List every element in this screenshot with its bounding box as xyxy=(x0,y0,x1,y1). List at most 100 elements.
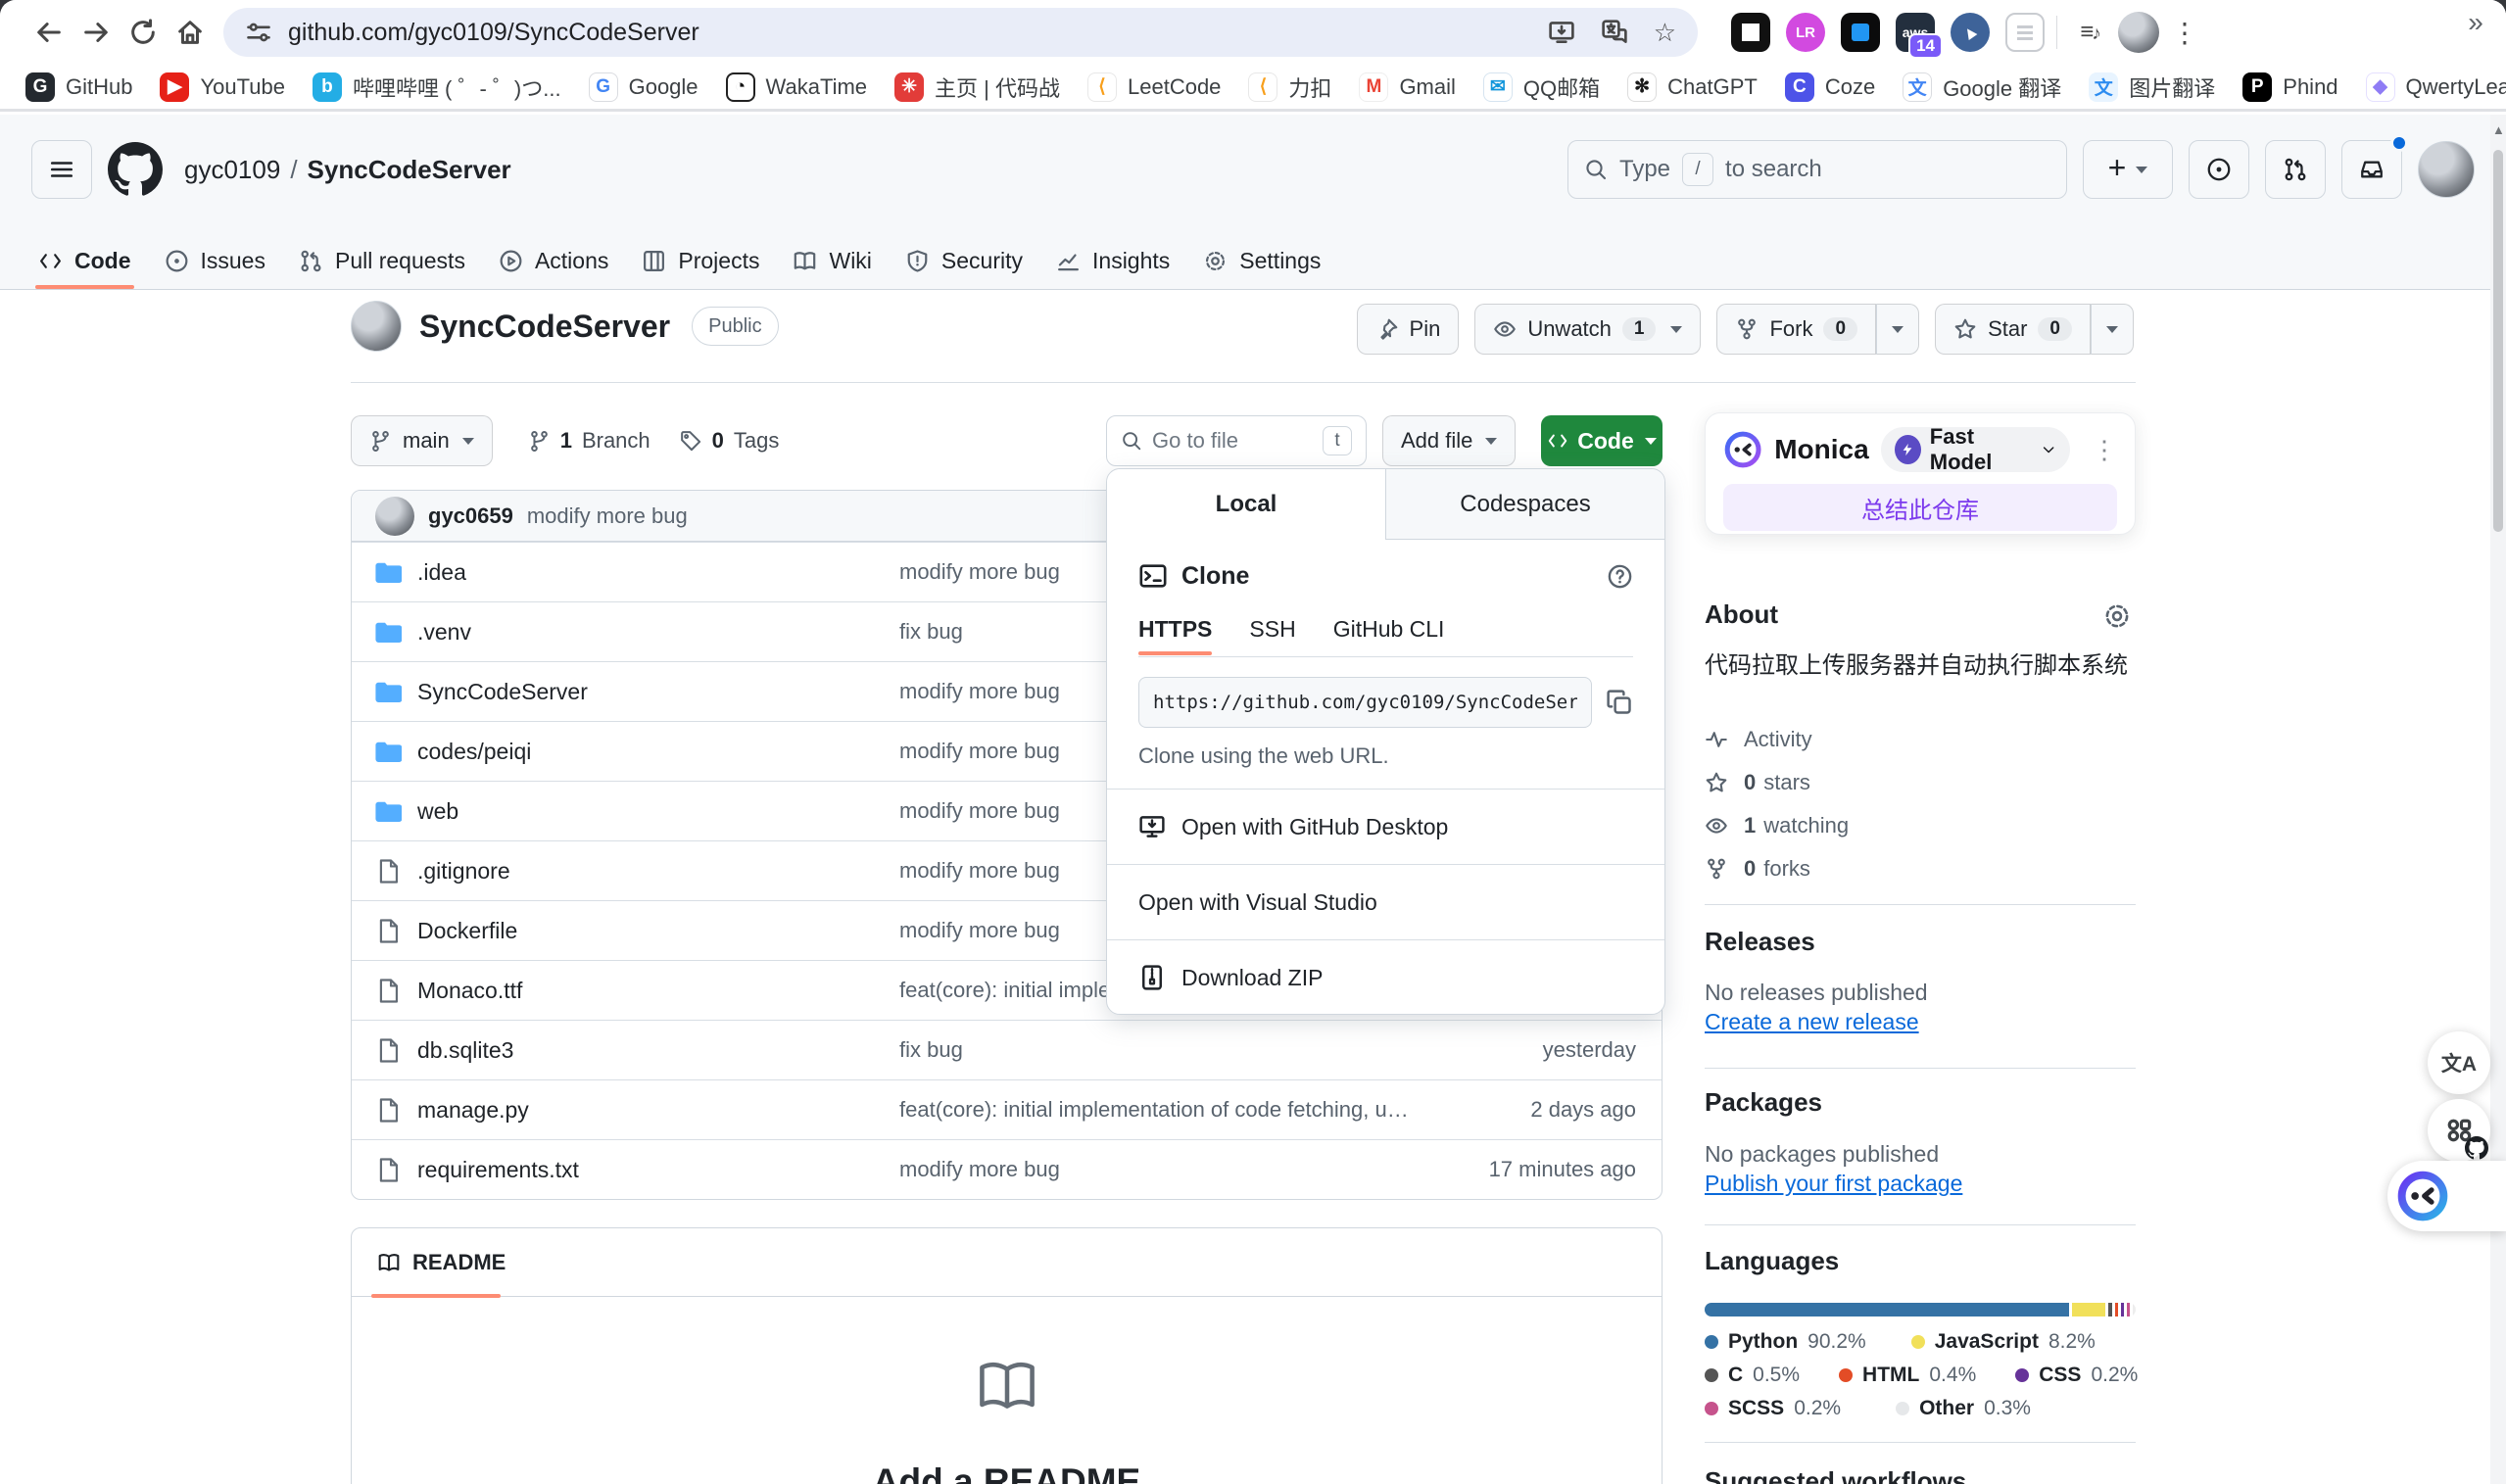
commit-author[interactable]: gyc0659 xyxy=(428,503,513,529)
language-legend-item[interactable]: Other0.3% xyxy=(1896,1397,2031,1420)
url-text[interactable]: github.com/gyc0109/SyncCodeServer xyxy=(288,19,699,47)
back-button[interactable] xyxy=(25,9,72,56)
bookmark-item[interactable]: 文 Google 翻译 xyxy=(1903,72,2061,103)
star-dropdown-caret[interactable] xyxy=(2091,304,2134,355)
file-commit-date[interactable]: 17 minutes ago xyxy=(1489,1157,1636,1182)
reload-button[interactable] xyxy=(120,9,167,56)
publish-package-link[interactable]: Publish your first package xyxy=(1705,1171,1962,1197)
watching-link[interactable]: 1watching xyxy=(1705,804,1849,847)
tab-insights[interactable]: Insights xyxy=(1039,232,1186,289)
page-scrollbar[interactable]: ▲ xyxy=(2490,115,2506,1484)
language-legend-item[interactable]: C0.5% xyxy=(1705,1364,1800,1387)
file-commit-message[interactable]: feat(core): initial implementation of co… xyxy=(899,1097,1417,1123)
language-legend-item[interactable]: SCSS0.2% xyxy=(1705,1397,1841,1420)
table-row[interactable]: requirements.txt modify more bug 17 minu… xyxy=(352,1139,1662,1199)
file-commit-date[interactable]: 2 days ago xyxy=(1530,1097,1636,1123)
global-search-input[interactable]: Type / to search xyxy=(1567,140,2067,199)
dropdown-tab-codespaces[interactable]: Codespaces xyxy=(1385,469,1664,540)
file-name[interactable]: .gitignore xyxy=(417,858,510,885)
go-to-file-input[interactable] xyxy=(1152,428,1313,454)
file-name[interactable]: Dockerfile xyxy=(417,918,517,944)
tab-security[interactable]: Security xyxy=(889,232,1039,289)
pull-requests-header-button[interactable] xyxy=(2265,140,2326,199)
bookmark-item[interactable]: ⟨ LeetCode xyxy=(1087,72,1221,102)
tab-issues[interactable]: Issues xyxy=(148,232,282,289)
file-name[interactable]: requirements.txt xyxy=(417,1157,579,1183)
bookmark-item[interactable]: P Phind xyxy=(2242,72,2337,102)
install-icon[interactable] xyxy=(1548,19,1575,46)
bookmark-item[interactable]: M Gmail xyxy=(1359,72,1455,102)
pin-button[interactable]: Pin xyxy=(1357,304,1460,355)
forks-link[interactable]: 0forks xyxy=(1705,847,1849,890)
add-file-button[interactable]: Add file xyxy=(1382,415,1516,466)
bookmark-item[interactable]: ▶ YouTube xyxy=(160,72,284,102)
dropdown-tab-local[interactable]: Local xyxy=(1107,469,1385,540)
file-name[interactable]: Monaco.ttf xyxy=(417,978,522,1004)
stars-link[interactable]: 0stars xyxy=(1705,761,1849,804)
file-commit-message[interactable]: fix bug xyxy=(899,1037,1417,1063)
issues-header-button[interactable] xyxy=(2189,140,2249,199)
language-legend-item[interactable]: Python90.2% xyxy=(1705,1330,1866,1354)
create-release-link[interactable]: Create a new release xyxy=(1705,1009,1919,1035)
language-legend-item[interactable]: CSS0.2% xyxy=(2015,1364,2138,1387)
browser-profile-avatar[interactable] xyxy=(2118,12,2159,53)
bookmark-item[interactable]: 文 图片翻译 xyxy=(2089,72,2215,103)
file-name[interactable]: codes/peiqi xyxy=(417,739,531,765)
protocol-tab-cli[interactable]: GitHub CLI xyxy=(1333,616,1445,643)
github-user-avatar[interactable] xyxy=(2418,141,2475,198)
copy-icon[interactable] xyxy=(1606,689,1633,716)
table-row[interactable]: db.sqlite3 fix bug yesterday xyxy=(352,1020,1662,1079)
ext-blue-icon[interactable] xyxy=(1841,13,1880,52)
bookmark-item[interactable]: G GitHub xyxy=(25,72,132,102)
monica-summarize-button[interactable]: 总结此仓库 xyxy=(1723,484,2117,531)
fork-button[interactable]: Fork 0 xyxy=(1716,304,1876,355)
file-name[interactable]: SyncCodeServer xyxy=(417,679,588,705)
about-gear-icon[interactable] xyxy=(2102,601,2132,631)
inbox-button[interactable] xyxy=(2341,140,2402,199)
scrollbar-thumb[interactable] xyxy=(2493,150,2503,532)
tab-code[interactable]: Code xyxy=(22,232,148,289)
readme-tab[interactable]: README xyxy=(377,1250,506,1275)
home-button[interactable] xyxy=(167,9,214,56)
language-legend-item[interactable]: JavaScript8.2% xyxy=(1911,1330,2096,1354)
bookmark-item[interactable]: ✳ 主页 | 代码战 xyxy=(894,72,1060,103)
protocol-tab-ssh[interactable]: SSH xyxy=(1249,616,1295,643)
bookmark-item[interactable]: C Coze xyxy=(1785,72,1875,102)
bookmark-item[interactable]: ✉ QQ邮箱 xyxy=(1483,72,1600,103)
ext-aws-icon[interactable]: aws14 xyxy=(1896,13,1935,52)
star-button[interactable]: Star 0 xyxy=(1935,304,2091,355)
monica-model-selector[interactable]: Fast Model xyxy=(1881,427,2070,472)
branches-link[interactable]: 1Branch xyxy=(528,428,651,454)
bookmark-item[interactable]: ◆ QwertyLearner xyxy=(2366,72,2506,102)
table-row[interactable]: manage.py feat(core): initial implementa… xyxy=(352,1079,1662,1139)
file-name[interactable]: .venv xyxy=(417,619,471,646)
help-icon[interactable] xyxy=(1607,563,1633,590)
file-name[interactable]: .idea xyxy=(417,559,466,586)
go-to-file-box[interactable]: t xyxy=(1106,415,1367,466)
scrollbar-up-arrow[interactable]: ▲ xyxy=(2492,122,2505,137)
monica-kebab-menu[interactable]: ⋮ xyxy=(2092,435,2117,465)
unwatch-button[interactable]: Unwatch 1 xyxy=(1474,304,1701,355)
breadcrumb-owner[interactable]: gyc0109 xyxy=(184,155,280,185)
tags-link[interactable]: 0Tags xyxy=(680,428,780,454)
float-translate-button[interactable]: 文A xyxy=(2428,1031,2490,1094)
create-new-button[interactable]: + xyxy=(2083,140,2173,199)
address-bar[interactable]: github.com/gyc0109/SyncCodeServer ☆ xyxy=(223,8,1698,57)
language-bar[interactable] xyxy=(1705,1303,2136,1316)
float-extension-grid-button[interactable] xyxy=(2428,1099,2490,1162)
repo-owner-avatar[interactable] xyxy=(351,301,402,352)
hamburger-menu-button[interactable] xyxy=(31,140,92,199)
bookmark-item[interactable]: ⟨ 力扣 xyxy=(1248,72,1331,103)
clone-url-input[interactable] xyxy=(1138,677,1592,728)
tab-projects[interactable]: Projects xyxy=(625,232,776,289)
forward-button[interactable] xyxy=(72,9,120,56)
github-logo[interactable] xyxy=(108,142,163,197)
tab-settings[interactable]: Settings xyxy=(1186,232,1337,289)
monica-float-button[interactable] xyxy=(2387,1161,2506,1231)
ext-cursor-icon[interactable]: ▲ xyxy=(1951,13,1990,52)
file-name[interactable]: manage.py xyxy=(417,1097,529,1124)
tab-actions[interactable]: Actions xyxy=(482,232,625,289)
protocol-tab-https[interactable]: HTTPS xyxy=(1138,616,1212,643)
tab-wiki[interactable]: Wiki xyxy=(776,232,888,289)
commit-author-avatar[interactable] xyxy=(375,497,414,536)
